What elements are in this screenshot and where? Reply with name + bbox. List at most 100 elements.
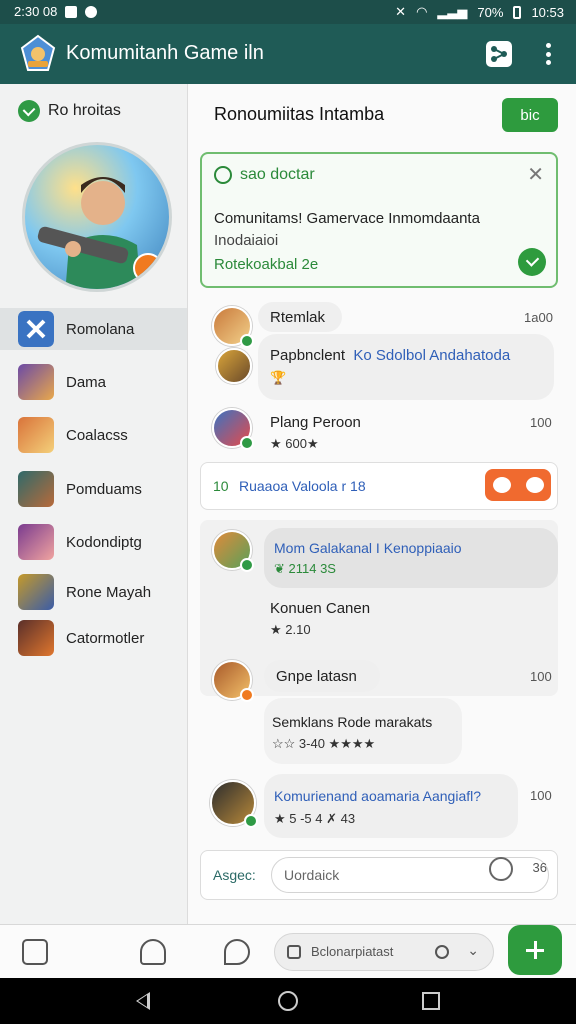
post-author[interactable]: Gnpe latasn xyxy=(276,668,357,685)
compose-label: Asgec: xyxy=(213,867,256,883)
sidebar-item-rone-mayah[interactable]: Rone Mayah xyxy=(0,571,187,613)
game-thumb-icon xyxy=(18,417,54,453)
avatar[interactable] xyxy=(216,348,252,384)
chevron-down-icon[interactable]: ⌄ xyxy=(467,942,479,959)
reply-meta: ★ 2.10 xyxy=(270,622,311,637)
app-title: Komumitanh Game iln xyxy=(66,42,264,64)
sidebar: Ro hroitas Romolana Dama Coalacss Pomdua… xyxy=(0,84,188,924)
post-time: 100 xyxy=(530,788,552,803)
post-meta: ☆☆ 3-40 ★★★★ xyxy=(272,736,376,751)
sidebar-item-catormotler[interactable]: Catormotler xyxy=(0,617,187,659)
home-icon[interactable] xyxy=(278,991,298,1011)
char-count: 36 xyxy=(532,860,547,875)
check-badge-icon xyxy=(18,100,40,122)
online-badge-icon xyxy=(240,334,254,348)
card-prefix: 10 xyxy=(213,478,229,494)
status-clock: 10:53 xyxy=(531,4,564,20)
sidebar-item-pomduams[interactable]: Pomduams xyxy=(0,468,187,510)
add-post-button[interactable] xyxy=(508,925,562,975)
notice-card: sao doctar ✕ Comunitams! Gamervace Inmom… xyxy=(200,152,558,288)
confirm-check-icon[interactable] xyxy=(518,248,546,276)
sidebar-item-label: Dama xyxy=(66,373,107,391)
status-time: 2:30 08 xyxy=(14,4,58,19)
reaction-pill[interactable] xyxy=(485,469,551,501)
post-author[interactable]: Rtemlak xyxy=(270,309,325,326)
card-text: Ruaaoa Valoola r 18 xyxy=(239,478,366,494)
back-icon[interactable] xyxy=(136,992,150,1010)
heart-icon xyxy=(525,477,544,493)
featured-hero-avatar[interactable] xyxy=(22,142,172,292)
status-bar: 2:30 08 ✕ ◠ ▂▃▅ 70% 10:53 xyxy=(0,0,576,24)
sidebar-header[interactable]: Ro hroitas xyxy=(18,100,121,122)
avatar[interactable] xyxy=(212,306,254,348)
post-meta: ❦ 2114 3S xyxy=(274,561,336,576)
post-time: 100 xyxy=(530,415,552,430)
more-vert-icon[interactable] xyxy=(536,40,560,68)
signal-icon: ▂▃▅ xyxy=(437,4,468,19)
notification-icon xyxy=(65,5,78,18)
sidebar-item-label: Romolana xyxy=(66,320,135,338)
info-icon xyxy=(214,166,232,184)
online-badge-icon xyxy=(240,436,254,450)
battery-percent: 70% xyxy=(477,4,504,20)
compass-icon xyxy=(18,311,54,347)
header-action-button[interactable]: bic xyxy=(502,98,558,132)
bottom-search-text: Bclonarpiatast xyxy=(311,944,394,959)
sidebar-item-dama[interactable]: Dama xyxy=(0,361,187,403)
game-logo-icon[interactable] xyxy=(18,34,58,74)
wifi-icon: ◠ xyxy=(416,4,428,19)
rank-badge-icon xyxy=(240,688,254,702)
hero-badge-icon xyxy=(133,253,163,283)
history-icon[interactable] xyxy=(435,945,449,959)
sidebar-item-coalacss[interactable]: Coalacss xyxy=(0,414,187,456)
message-bubble xyxy=(264,528,558,588)
post-meta: ★ 600★ xyxy=(270,436,319,451)
sidebar-item-label: Coalacss xyxy=(66,426,128,444)
notice-link[interactable]: Rotekoakbal 2e xyxy=(214,256,318,273)
game-thumb-icon xyxy=(18,574,54,610)
game-thumb-icon xyxy=(18,364,54,400)
screen: 2:30 08 ✕ ◠ ▂▃▅ 70% 10:53 Komumitanh Gam… xyxy=(0,0,576,1024)
pin-icon[interactable] xyxy=(224,939,250,965)
post-time: 1a00 xyxy=(524,310,553,325)
post-author[interactable]: Mom Galakanal I Kenoppiaaio xyxy=(274,540,462,556)
post-author[interactable]: Komurienand aoamaria Aangiafl? xyxy=(274,788,481,804)
profile-icon[interactable] xyxy=(140,939,166,965)
recents-icon[interactable] xyxy=(422,992,440,1010)
app-bar: Komumitanh Game iln xyxy=(0,24,576,84)
notice-title: sao doctar xyxy=(240,166,315,183)
emoji-icon[interactable] xyxy=(489,857,513,881)
notice-body: Comunitams! Gamervace Inmomdaanta Inodai… xyxy=(214,208,480,252)
location-icon xyxy=(85,5,98,18)
post-text: Semklans Rode marakats xyxy=(272,714,433,730)
sidebar-item-kodondiptg[interactable]: Kodondiptg xyxy=(0,521,187,563)
post-meta: ★ 5 -5 4 ✗ 43 xyxy=(274,811,356,826)
group-card-row[interactable]: 10 Ruaaoa Valoola r 18 xyxy=(200,462,558,510)
post-author[interactable]: Plang Peroon xyxy=(270,414,361,431)
game-thumb-icon xyxy=(18,471,54,507)
notice-line-1: Comunitams! Gamervace Inmomdaanta xyxy=(214,210,480,227)
clipboard-icon[interactable] xyxy=(22,939,48,965)
message-bubble xyxy=(258,334,554,400)
post-time: 100 xyxy=(530,669,552,684)
notice-line-2: Inodaiaioi xyxy=(214,232,279,249)
page-title: Ronoumiitas Intamba xyxy=(214,104,385,124)
bottom-search-bar[interactable]: Bclonarpiatast ⌄ xyxy=(274,933,494,971)
sidebar-item-romolana[interactable]: Romolana xyxy=(0,308,187,350)
online-badge-icon xyxy=(240,558,254,572)
share-icon[interactable] xyxy=(486,41,512,67)
post-text: Papbnclent Ko Sdolbol Andahatoda xyxy=(270,347,510,364)
avatar[interactable] xyxy=(212,530,254,572)
online-badge-icon xyxy=(244,814,258,828)
avatar[interactable] xyxy=(210,780,258,828)
reply-author[interactable]: Konuen Canen xyxy=(270,600,370,617)
avatar[interactable] xyxy=(212,408,254,450)
game-thumb-icon xyxy=(18,620,54,656)
system-nav-bar xyxy=(0,978,576,1024)
sidebar-header-label: Ro hroitas xyxy=(48,102,121,119)
post-text-link[interactable]: Ko Sdolbol Andahatoda xyxy=(353,347,510,364)
message-bubble xyxy=(264,698,462,764)
close-icon[interactable]: ✕ xyxy=(527,162,544,187)
emoji-icon xyxy=(492,477,511,493)
avatar[interactable] xyxy=(212,660,254,702)
